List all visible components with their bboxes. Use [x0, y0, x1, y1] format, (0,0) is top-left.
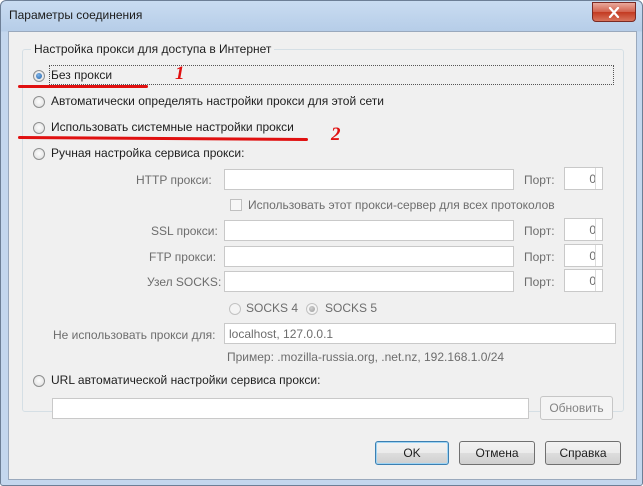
ssl-port-spinner[interactable]: [595, 219, 602, 240]
auto-url-radio[interactable]: [33, 375, 45, 387]
ssl-proxy-label: SSL прокси:: [151, 224, 218, 238]
socks-host-label: Узел SOCKS:: [147, 275, 222, 289]
reload-button[interactable]: Обновить: [540, 396, 613, 420]
http-port-input[interactable]: 0: [564, 167, 603, 190]
dialog-body: Настройка прокси для доступа в Интернет …: [8, 31, 637, 480]
manual-proxy-label[interactable]: Ручная настройка сервиса прокси:: [51, 146, 244, 160]
http-proxy-label: HTTP прокси:: [136, 173, 212, 187]
socks-port-spinner[interactable]: [595, 270, 602, 291]
http-proxy-input[interactable]: [224, 169, 514, 190]
ftp-proxy-input[interactable]: [224, 246, 514, 267]
auto-url-input[interactable]: [52, 398, 529, 419]
http-port-label: Порт:: [524, 173, 555, 187]
no-proxy-for-value: localhost, 127.0.0.1: [229, 327, 334, 341]
no-proxy-for-input[interactable]: localhost, 127.0.0.1: [224, 323, 616, 344]
auto-url-label[interactable]: URL автоматической настройки сервиса про…: [51, 373, 320, 387]
socks5-label[interactable]: SOCKS 5: [325, 301, 377, 315]
socks-host-input[interactable]: [224, 271, 514, 292]
cancel-button[interactable]: Отмена: [459, 441, 535, 465]
auto-detect-label[interactable]: Автоматически определять настройки прокс…: [51, 94, 384, 108]
ssl-port-input[interactable]: 0: [564, 218, 603, 241]
socks4-label[interactable]: SOCKS 4: [246, 301, 298, 315]
ftp-port-spinner[interactable]: [595, 245, 602, 266]
manual-proxy-radio[interactable]: [33, 148, 45, 160]
ftp-port-label: Порт:: [524, 250, 555, 264]
http-port-spinner[interactable]: [595, 168, 602, 189]
focus-rect: [49, 65, 614, 85]
no-proxy-radio[interactable]: [33, 70, 45, 82]
close-icon: [608, 6, 620, 18]
auto-detect-radio[interactable]: [33, 96, 45, 108]
system-proxy-radio[interactable]: [33, 122, 45, 134]
no-proxy-for-label: Не использовать прокси для:: [53, 328, 216, 342]
socks5-radio[interactable]: [306, 303, 318, 315]
group-title: Настройка прокси для доступа в Интернет: [31, 42, 275, 56]
window-title: Параметры соединения: [9, 8, 143, 22]
socks-port-label: Порт:: [524, 275, 555, 289]
socks-port-input[interactable]: 0: [564, 269, 603, 292]
annotation-number-2: 2: [331, 124, 341, 145]
ssl-proxy-input[interactable]: [224, 220, 514, 241]
ok-button[interactable]: OK: [375, 441, 449, 465]
no-proxy-example: Пример: .mozilla-russia.org, .net.nz, 19…: [227, 350, 505, 364]
annotation-number-1: 1: [175, 63, 185, 84]
ssl-port-label: Порт:: [524, 224, 555, 238]
share-proxy-label[interactable]: Использовать этот прокси-сервер для всех…: [248, 198, 555, 212]
ftp-port-input[interactable]: 0: [564, 244, 603, 267]
help-button[interactable]: Справка: [545, 441, 621, 465]
annotation-underline-1: [18, 85, 148, 88]
connection-settings-window: Параметры соединения Настройка прокси дл…: [0, 0, 643, 486]
socks4-radio[interactable]: [229, 303, 241, 315]
close-button[interactable]: [592, 2, 636, 22]
system-proxy-label[interactable]: Использовать системные настройки прокси: [51, 120, 294, 134]
title-bar[interactable]: Параметры соединения: [1, 1, 642, 31]
ftp-proxy-label: FTP прокси:: [149, 250, 217, 264]
share-proxy-checkbox[interactable]: [230, 199, 242, 211]
no-proxy-label[interactable]: Без прокси: [51, 68, 112, 82]
